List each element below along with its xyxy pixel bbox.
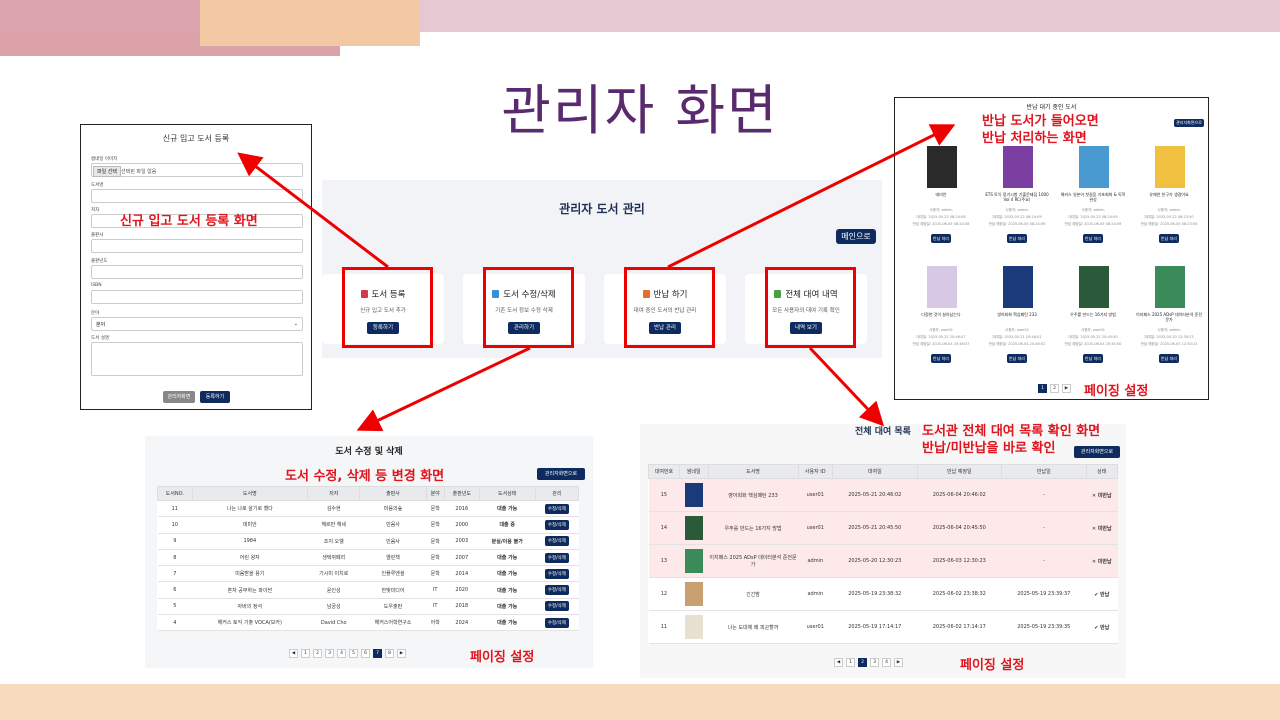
- arrow-to-edit: [356, 346, 531, 432]
- annotation-arrows: [237, 124, 956, 432]
- arrow-to-return: [667, 124, 956, 269]
- arrow-to-register: [237, 152, 389, 269]
- arrow-to-rental: [808, 346, 885, 427]
